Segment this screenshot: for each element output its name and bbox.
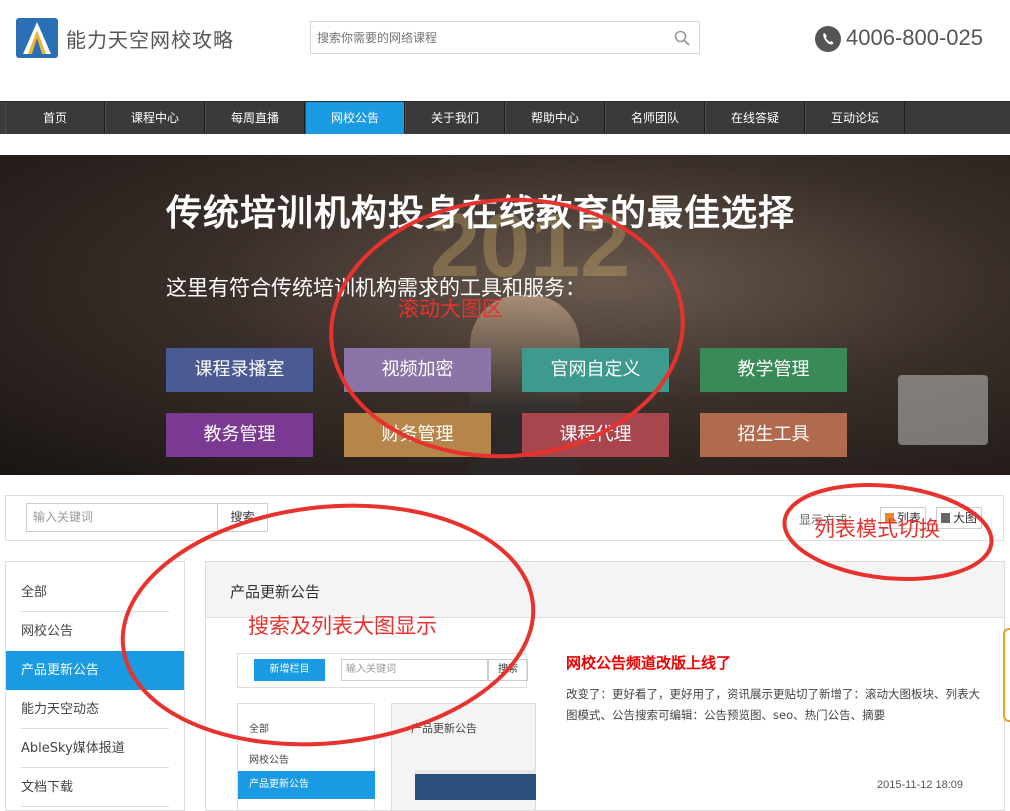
phone-icon <box>815 26 841 52</box>
feature-tile[interactable]: 教学管理 <box>700 348 847 392</box>
news-summary: 改变了：更好看了，更好用了，资讯展示更贴切了新增了：滚动大图板块、列表大图模式、… <box>566 687 980 722</box>
phone-number: 4006-800-025 <box>846 25 984 50</box>
feature-tile[interactable]: 官网自定义 <box>522 348 669 392</box>
sidebar-item[interactable]: 全部 <box>6 573 184 612</box>
nav-item[interactable]: 名师团队 <box>605 102 705 134</box>
sidebar-item[interactable]: 能力天空动态 <box>6 690 184 729</box>
feature-tile[interactable]: 课程代理 <box>522 413 669 457</box>
nav-item[interactable]: 帮助中心 <box>505 102 605 134</box>
nav-item[interactable]: 网校公告 <box>305 102 405 134</box>
category-sidebar: 全部网校公告产品更新公告 能力天空动态 AbleSky媒体报道 文档下载 <box>5 561 185 811</box>
sidebar-item-label: 产品更新公告 <box>21 663 100 678</box>
banner-title: 传统培训机构投身在线教育的最佳选择 <box>166 193 796 234</box>
sidebar-item-label: 网校公告 <box>21 624 74 639</box>
nav-item[interactable]: 每周直播 <box>205 102 305 134</box>
logo-icon[interactable] <box>16 18 58 58</box>
search-input[interactable] <box>311 22 661 53</box>
big-view-button[interactable]: 大图 <box>936 507 983 529</box>
sidebar-item[interactable]: AbleSky媒体报道 <box>6 729 184 768</box>
thumb-new-column-button[interactable]: 新增栏目 <box>254 659 325 681</box>
thumb-side-item[interactable]: 全部 <box>249 720 269 735</box>
news-date: 2015-11-12 18:09 <box>877 779 964 791</box>
news-title-link[interactable]: 网校公告频道改版上线了 <box>566 652 731 673</box>
thumb-keyword-input[interactable]: 输入关键词 <box>341 659 488 681</box>
sidebar-item[interactable]: 文档下载 <box>6 768 184 807</box>
annotation-search-list-text: 搜索及列表大图显示 <box>248 614 437 638</box>
sidebar-item-label: 文档下载 <box>21 780 74 795</box>
thumb-panel-title: 产品更新公告 <box>411 722 477 735</box>
feature-tile[interactable]: 视频加密 <box>344 348 491 392</box>
sidebar-item-label: AbleSky媒体报道 <box>21 741 125 756</box>
keyword-input[interactable]: 输入关键词 <box>26 503 218 532</box>
site-logo-text[interactable]: 能力天空网校攻略 <box>66 24 234 53</box>
thumb-side-item[interactable]: 网校公告 <box>249 751 289 766</box>
feature-tile[interactable]: 课程录播室 <box>166 348 313 392</box>
nav-item[interactable]: 首页 <box>5 102 105 134</box>
big-view-label: 大图 <box>953 511 978 525</box>
search-box <box>310 21 700 54</box>
sidebar-item[interactable]: 产品更新公告 <box>6 651 184 690</box>
annotation-view-switch-text: 列表模式切换 <box>814 517 940 541</box>
annotation-banner-text: 滚动大图区 <box>398 297 503 321</box>
feature-tile[interactable]: 教务管理 <box>166 413 313 457</box>
side-float-tab[interactable] <box>1003 628 1010 722</box>
nav-item[interactable]: 互动论坛 <box>805 102 905 134</box>
main-nav: 首页 课程中心 每周直播 网校公告 关于我们 帮助中心 名师团队 在线答疑 互动论坛 <box>0 101 1010 134</box>
panel-title: 产品更新公告 <box>230 583 321 601</box>
banner-laptop-image <box>898 375 988 445</box>
grid-icon <box>941 513 950 523</box>
nav-item[interactable]: 关于我们 <box>405 102 505 134</box>
sidebar-item[interactable]: 网校公告 <box>6 612 184 651</box>
sidebar-item-label: 全部 <box>21 585 48 600</box>
sidebar-item-label: 能力天空动态 <box>21 702 100 717</box>
thumb-side-item-active[interactable]: 产品更新公告 <box>238 771 375 799</box>
thumb-search-button[interactable]: 搜索 <box>488 659 528 681</box>
feature-tile[interactable]: 招生工具 <box>700 413 847 457</box>
search-icon[interactable] <box>673 29 691 47</box>
thumb-preview-image <box>415 770 536 800</box>
keyword-search-button[interactable]: 搜索 <box>218 503 268 532</box>
nav-item[interactable]: 课程中心 <box>105 102 205 134</box>
nav-item[interactable]: 在线答疑 <box>705 102 805 134</box>
feature-tile[interactable]: 财务管理 <box>344 413 491 457</box>
banner-subtitle: 这里有符合传统培训机构需求的工具和服务： <box>166 276 586 300</box>
